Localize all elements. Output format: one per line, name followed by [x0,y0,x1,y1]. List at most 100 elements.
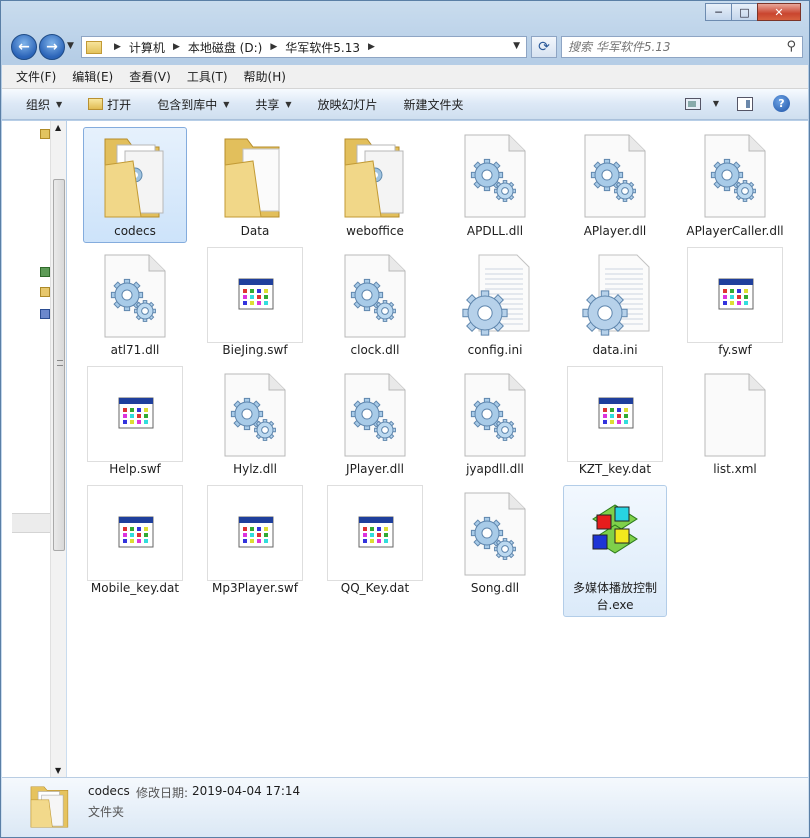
application-window-icon [238,278,274,310]
recent-pages-dropdown[interactable]: ▼ [67,41,74,51]
minimize-button[interactable]: ─ [705,3,732,21]
open-label: 打开 [107,97,132,112]
include-label: 包含到库中 [157,97,218,112]
maximize-button[interactable]: □ [731,3,758,21]
file-name: APlayer.dll [583,224,647,238]
refresh-button[interactable]: ⟳ [531,36,557,58]
menu-tools[interactable]: 工具(T) [187,68,228,85]
application-window-icon [358,516,394,548]
toolbar-right-group: ▼ ? [684,95,790,112]
folder-icon [104,138,164,218]
share-button[interactable]: 共享 ▼ [255,96,291,113]
chevron-right-icon[interactable]: ▶ [368,42,375,52]
caption-buttons: ─ □ ✕ [705,3,801,21]
navigation-tree-highlight [12,513,50,533]
file-name: Data [240,224,270,238]
chevron-down-icon: ▼ [56,99,63,109]
chevron-down-icon[interactable]: ▼ [713,99,719,108]
open-folder-icon [88,98,104,110]
back-button[interactable]: ← [11,34,37,60]
chevron-down-icon: ▼ [285,99,292,109]
menu-file[interactable]: 文件(F) [16,68,56,85]
folder-icon [86,40,102,54]
config-file-icon [582,254,650,336]
config-file-icon [462,254,530,336]
dll-gear-icon [704,134,766,218]
application-window-icon [718,278,754,310]
address-bar[interactable]: ▶ 计算机 ▶ 本地磁盘 (D:) ▶ 华军软件5.13 ▶ ▼ [81,36,527,58]
dll-gear-icon [104,254,166,338]
close-button[interactable]: ✕ [757,3,801,21]
application-window-icon [238,516,274,548]
library-icon[interactable] [40,287,50,297]
breadcrumb-current-folder[interactable]: 华军软件5.13 [285,39,360,56]
computer-icon[interactable] [40,309,50,319]
details-pane: codecs 修改日期: 2019-04-04 17:14 文件夹 [2,777,808,837]
search-icon[interactable]: ⚲ [786,39,796,54]
file-name: fy.swf [718,343,752,357]
slideshow-button[interactable]: 放映幻灯片 [318,96,378,113]
file-name: Hylz.dll [233,462,277,476]
help-icon[interactable]: ? [773,95,790,112]
file-name: APlayerCaller.dll [686,224,784,238]
explorer-window: ─ □ ✕ ← → ▼ ▶ 计算机 ▶ 本地磁盘 (D:) ▶ 华军软件5.13… [0,0,810,838]
organize-label: 组织 [26,97,51,112]
menu-edit[interactable]: 编辑(E) [72,68,113,85]
blank-document-icon [704,373,766,457]
folder-icon [224,138,280,218]
file-name: 多媒体播放控制台.exe [572,581,657,612]
chevron-right-icon[interactable]: ▶ [270,42,277,52]
view-options-icon[interactable] [684,97,701,110]
dll-gear-icon [464,134,526,218]
menu-view[interactable]: 查看(V) [129,68,171,85]
navigation-row: ← → ▼ ▶ 计算机 ▶ 本地磁盘 (D:) ▶ 华军软件5.13 ▶ ▼ ⟳… [9,34,803,60]
scroll-down-icon[interactable]: ▼ [55,766,61,775]
new-folder-button[interactable]: 新建文件夹 [404,96,464,113]
chevron-down-icon: ▼ [223,99,230,109]
file-name: config.ini [467,343,523,357]
file-name: jyapdll.dll [466,462,524,476]
folder-icon [30,786,69,828]
dll-gear-icon [344,254,406,338]
search-box[interactable]: ⚲ [561,36,803,58]
folder-icon [344,138,404,218]
file-name: QQ_Key.dat [340,581,410,595]
dll-gear-icon [224,373,286,457]
navigation-tree [2,121,50,777]
modified-date-value: 2019-04-04 17:14 [192,784,301,798]
file-name: Song.dll [470,581,520,595]
menu-bar: 文件(F) 编辑(E) 查看(V) 工具(T) 帮助(H) [2,65,808,89]
preview-pane-icon[interactable] [737,96,753,111]
breadcrumb-computer[interactable]: 计算机 [129,39,165,56]
scrollbar-thumb[interactable] [53,179,65,551]
homegroup-icon[interactable] [40,267,50,277]
scroll-up-icon[interactable]: ▲ [55,123,61,132]
include-in-library-button[interactable]: 包含到库中 ▼ [157,96,229,113]
forward-button[interactable]: → [39,34,65,60]
open-button[interactable]: 打开 [88,96,131,113]
dll-gear-icon [344,373,406,457]
file-name: JPlayer.dll [346,462,404,476]
file-name: codecs [114,224,156,238]
new-folder-label: 新建文件夹 [403,97,464,112]
organize-button[interactable]: 组织 ▼ [26,96,62,113]
navigation-scrollbar[interactable]: ▲ ▼ [50,121,66,777]
chevron-right-icon[interactable]: ▶ [114,42,121,52]
selected-item-type: 文件夹 [88,805,125,819]
favorites-icon[interactable] [40,129,50,139]
dll-gear-icon [464,373,526,457]
breadcrumb-drive-d[interactable]: 本地磁盘 (D:) [188,39,262,56]
file-name: KZT_key.dat [578,462,652,476]
search-input[interactable] [568,40,768,54]
file-name: Mobile_key.dat [90,581,180,595]
command-bar: 组织 ▼ 打开 包含到库中 ▼ 共享 ▼ 放映幻灯片 新建文件夹 ▼ ? [2,89,808,120]
file-name: BieJing.swf [222,343,288,357]
chevron-down-icon[interactable]: ▼ [513,41,520,51]
dll-gear-icon [464,492,526,576]
scrollbar-grip [57,360,63,366]
file-name: atl71.dll [110,343,160,357]
menu-help[interactable]: 帮助(H) [244,68,286,85]
chevron-right-icon[interactable]: ▶ [173,42,180,52]
navigation-pane: ▲ ▼ [2,121,66,777]
file-name: APDLL.dll [466,224,524,238]
